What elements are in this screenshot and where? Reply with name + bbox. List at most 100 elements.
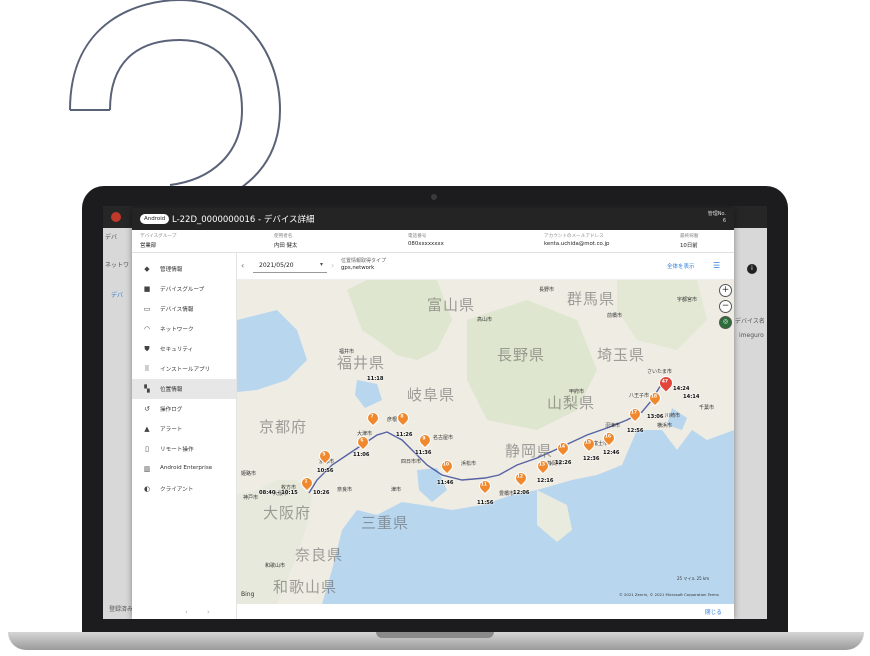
city-label: 川崎市 [665,413,681,419]
city-label: 四日市市 [401,459,422,465]
sidebar-item-location[interactable]: ▚ 位置情報 [132,379,236,399]
sidebar-item-management[interactable]: ◆ 管理情報 [132,259,236,279]
marker-number: 17 [630,410,638,416]
sidebar-item-label: 操作ログ [160,407,183,413]
os-chip: Android [140,214,170,224]
date-value: 2021/05/20 [259,262,294,269]
sidebar-item-network[interactable]: ◠ ネットワーク [132,319,236,339]
tag-icon: ◆ [144,265,150,273]
next-date-icon[interactable]: › [331,261,334,270]
map-icon: ▚ [144,385,150,393]
history-icon: ↺ [144,405,150,413]
city-label: 八王子市 [629,393,650,399]
date-select[interactable]: 2021/05/20 ▾ [253,261,327,273]
marker-number: 16 [604,434,612,440]
background-right-2: imeguro [739,332,764,339]
phone-label: 電話番号 [408,234,427,239]
location-panel: ‹ 2021/05/20 ▾ › 位置情報取得タイプ gps,network 全… [185,253,734,619]
device-detail-dialog: Android L-22D_0000000016 - デバイス詳細 管理No. … [132,208,734,619]
marker-number: 14 [558,444,566,450]
prefecture-label: 福井県 [337,354,386,372]
footer-next-icon[interactable]: › [207,608,210,616]
location-type-label: 位置情報取得タイプ [341,258,387,264]
city-label: 津市 [391,487,402,493]
locate-icon[interactable]: ◎ [719,316,732,329]
close-button[interactable]: 閉じる [705,608,722,616]
sidebar-item-client[interactable]: ◐ クライアント [132,479,236,499]
building-icon: ▥ [143,465,151,473]
sidebar-item-security[interactable]: ⛊ セキュリティ [132,339,236,359]
laptop-camera [431,194,437,200]
prefecture-label: 長野県 [497,346,546,364]
user-value: 内田 健太 [274,243,298,249]
mail-label: アカウントのメールアドレス [544,234,604,239]
sidebar-item-label: デバイス情報 [160,307,194,313]
time-label: 11:18 [367,376,384,382]
city-label: 長野市 [539,287,555,293]
background-tab: デバ [105,234,118,241]
prev-date-icon[interactable]: ‹ [241,261,244,270]
sidebar-item-alert[interactable]: ▲ アラート [132,419,236,439]
time-label: 11:56 [477,500,494,506]
time-label: 12:16 [537,478,554,484]
background-network: ネットワ [105,262,130,269]
zoom-in-button[interactable]: + [719,284,732,297]
city-label: 豊橋市 [499,491,515,497]
group-value: 営業部 [140,243,157,249]
marker-number: 47 [661,379,669,385]
location-type-value: gps,network [341,265,375,271]
sidebar-item-label: Android Enterprise [160,465,213,471]
phone-value: 080xxxxxxxx [408,241,444,247]
laptop-screen: デバ ネットワ デバ 登録済み デバイス名 imeguro i Android … [103,206,767,619]
bing-logo: Bing [241,591,255,598]
city-label: 神戸市 [243,495,259,501]
sidebar-item-remote[interactable]: ▯ リモート操作 [132,439,236,459]
sidebar-item-operation-log[interactable]: ↺ 操作ログ [132,399,236,419]
marker-number: 10 [442,462,450,468]
prefecture-label: 岐阜県 [407,386,456,404]
map-copyright: © 2021 Zenrin, © 2021 Microsoft Corporat… [619,592,719,597]
info-icon[interactable]: i [747,264,757,274]
prefecture-label: 埼玉県 [597,346,646,364]
dialog-footer: ‹ › 閉じる [185,604,734,619]
zoom-out-button[interactable]: − [719,300,732,313]
time-label: 10:26 [313,490,330,496]
prefecture-label: 山梨県 [547,394,596,412]
dialog-title: L-22D_0000000016 - デバイス詳細 [172,215,315,225]
prefecture-label: 和歌山県 [273,578,338,596]
sidebar-item-label: デバイスグループ [160,287,205,293]
prefecture-label: 大阪府 [263,504,312,522]
city-label: 浜松市 [461,461,477,467]
management-number: 管理No. 6 [708,211,726,225]
marker-number: 18 [650,394,658,400]
city-label: 宇都宮市 [677,297,698,303]
time-label: 11:36 [415,450,432,456]
list-icon[interactable]: ☰ [713,261,720,270]
sidebar-item-device-group[interactable]: ■ デバイスグループ [132,279,236,299]
management-number-value: 6 [722,218,726,224]
prefecture-label: 富山県 [427,296,476,314]
sidebar-item-device-info[interactable]: ▭ デバイス情報 [132,299,236,319]
prefecture-label: 静岡県 [505,442,554,460]
marker-number: 8 [400,414,404,420]
city-label: 福井市 [339,349,355,355]
sidebar-item-installed-apps[interactable]: ⠿ インストールアプリ [132,359,236,379]
show-all-button[interactable]: 全体を表示 [667,262,695,270]
location-map[interactable]: 富山県 群馬県 長野県 福井県 岐阜県 埼玉県 山梨県 京都府 静岡県 大阪府 … [237,280,734,604]
user-label: 使用者名 [274,234,293,239]
city-label: 前橋市 [607,313,623,319]
shield-icon: ⛊ [144,345,150,353]
device-info-row: デバイスグループ 営業部 使用者名 内田 健太 電話番号 080xxxxxxxx… [132,230,734,253]
footer-prev-icon[interactable]: ‹ [185,608,188,616]
city-label: さいたま市 [647,369,672,375]
time-label: 12:36 [583,456,600,462]
sidebar-item-label: 管理情報 [160,267,183,273]
sidebar-item-android-enterprise[interactable]: ▥ Android Enterprise [132,459,236,479]
prefecture-label: 京都府 [259,418,308,436]
group-label: デバイスグループ [140,234,177,239]
background-devi: デバ [111,292,124,299]
group-info: デバイスグループ 営業部 [140,233,176,249]
city-label: 横浜市 [657,423,673,429]
mail-value: kenta.uchida@mot.co.jp [544,241,610,247]
marker-number: 6 [360,438,364,444]
